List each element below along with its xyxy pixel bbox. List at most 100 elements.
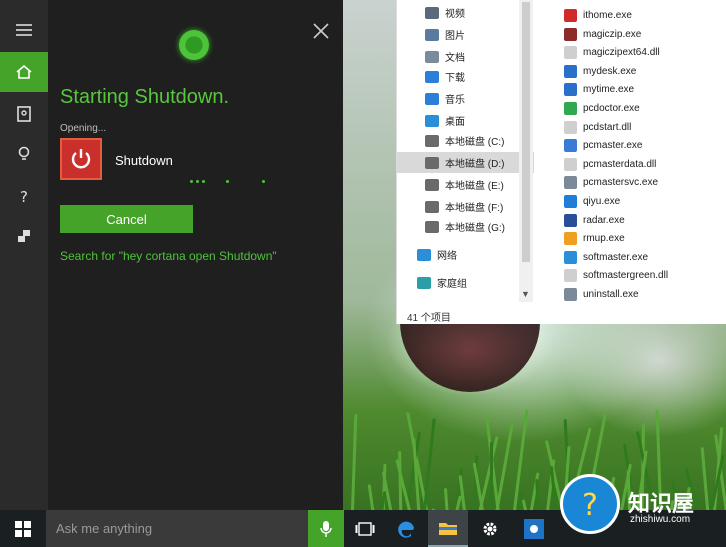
nav-scrollbar[interactable]: ▲ ▼ (519, 0, 533, 302)
item-count-status: 41 个项目 (407, 313, 451, 324)
file-icon (564, 176, 577, 190)
file-explorer-window: 视频图片文档下载音乐桌面本地磁盘 (C:) 本地磁盘 (D:) 本地磁盘 (E:) 本… (396, 0, 726, 324)
file-item[interactable]: radar.exe (564, 211, 724, 230)
edge-icon (398, 521, 414, 538)
nav-item[interactable]: 本地磁盘 (G:) (397, 216, 534, 237)
loading-dot (262, 180, 265, 183)
nav-item[interactable]: 文档 (397, 46, 534, 67)
opening-label: Opening... (60, 123, 107, 134)
nav-item-label: 下载 (445, 73, 465, 84)
file-item[interactable]: uninstall.exe (564, 285, 724, 304)
file-item[interactable]: pcdoctor.exe (564, 99, 724, 118)
file-icon (564, 120, 577, 134)
file-icon (564, 102, 577, 115)
file-name: magiczipext64.dll (583, 47, 660, 59)
hamburger-icon (16, 24, 32, 36)
nav-item-label: 音乐 (445, 95, 465, 106)
file-item[interactable]: rmup.exe (564, 229, 724, 248)
start-button[interactable] (0, 510, 46, 547)
file-item[interactable]: pcmastersvc.exe (564, 173, 724, 192)
file-icon (564, 213, 577, 227)
close-icon[interactable] (310, 20, 332, 42)
file-name: mytime.exe (583, 84, 635, 96)
loading-dot (202, 180, 205, 183)
feedback-icon (18, 230, 30, 242)
file-name: qiyu.exe (583, 196, 621, 207)
file-item[interactable]: qiyu.exe (564, 192, 724, 211)
task-view-button[interactable] (347, 510, 383, 547)
question-icon: ? (20, 188, 28, 205)
nav-item-label: 本地磁盘 (G:) (445, 223, 505, 234)
rail-home-button[interactable] (0, 52, 48, 92)
file-name: ithome.exe (583, 10, 632, 21)
file-name: pcmaster.exe (583, 140, 643, 152)
nav-item[interactable]: 本地磁盘 (E:) (397, 174, 534, 195)
task-view-icon (355, 521, 375, 536)
desktop-icon (425, 114, 439, 127)
nav-item[interactable]: 下载 (397, 66, 534, 87)
file-name: magiczip.exe (583, 28, 642, 40)
nav-item-label: 桌面 (445, 117, 465, 128)
file-icon (564, 139, 577, 153)
file-item[interactable]: pcdstart.dll (564, 118, 724, 137)
nav-item[interactable]: 网络 (397, 244, 534, 265)
nav-item[interactable]: 图片 (397, 24, 534, 45)
file-item[interactable]: magiczip.exe (564, 25, 724, 44)
file-icon (564, 250, 577, 264)
file-item[interactable]: pcmaster.exe (564, 136, 724, 155)
weather-taskbar-button[interactable] (514, 510, 554, 547)
nav-item[interactable]: 视频 (397, 2, 534, 23)
notebook-icon (17, 106, 31, 122)
nav-item[interactable]: 本地磁盘 (C:) (397, 130, 534, 151)
loading-dot (226, 180, 229, 183)
web-search-link[interactable]: Search for "hey cortana open Shutdown" (60, 249, 277, 263)
file-item[interactable]: softmaster.exe (564, 248, 724, 267)
nav-item[interactable]: 家庭组 (397, 272, 534, 293)
nav-item[interactable]: 本地磁盘 (D:) (397, 152, 534, 173)
file-icon (564, 27, 577, 41)
file-name: pcdstart.dll (583, 121, 632, 133)
homegroup-icon (417, 276, 431, 289)
pictures-icon (425, 28, 439, 41)
file-icon (564, 83, 577, 97)
file-explorer-taskbar-button[interactable] (428, 510, 468, 547)
scrollbar-thumb[interactable] (522, 2, 530, 262)
file-item[interactable]: mydesk.exe (564, 62, 724, 81)
rail-feedback-button[interactable] (0, 216, 48, 256)
loading-dots (190, 177, 270, 185)
nav-item-label: 本地磁盘 (E:) (445, 181, 504, 192)
nav-item[interactable]: 音乐 (397, 88, 534, 109)
nav-item-label: 视频 (445, 9, 465, 20)
nav-item[interactable]: 本地磁盘 (F:) (397, 196, 534, 217)
file-item[interactable]: ithome.exe (564, 6, 724, 25)
cortana-rail: ? (0, 0, 48, 510)
settings-taskbar-button[interactable] (470, 510, 510, 547)
watermark-site: zhishiwu.com (630, 514, 691, 525)
drive-icon (425, 200, 439, 213)
navigation-pane: 视频图片文档下载音乐桌面本地磁盘 (C:) 本地磁盘 (D:) 本地磁盘 (E:) 本… (397, 0, 534, 302)
file-name: pcdoctor.exe (583, 103, 640, 114)
rail-notebook-button[interactable] (0, 94, 48, 134)
rail-ideas-button[interactable] (0, 134, 48, 174)
nav-item-label: 文档 (445, 53, 465, 64)
microphone-icon (320, 520, 332, 537)
music-icon (425, 92, 439, 105)
rail-help-button[interactable]: ? (0, 176, 48, 216)
microphone-button[interactable] (308, 510, 344, 547)
file-item[interactable]: softmastergreen.dll (564, 266, 724, 285)
watermark-question-icon: ? (560, 474, 620, 534)
drive-icon (425, 220, 439, 233)
file-name: mydesk.exe (583, 65, 637, 77)
hamburger-menu-button[interactable] (0, 10, 48, 50)
file-item[interactable]: pcmasterdata.dll (564, 155, 724, 174)
ask-search-box[interactable]: Ask me anything (46, 510, 308, 547)
file-name: pcmasterdata.dll (583, 158, 657, 170)
file-item[interactable]: magiczipext64.dll (564, 43, 724, 62)
file-item[interactable]: mytime.exe (564, 80, 724, 99)
scroll-down-icon[interactable]: ▼ (521, 289, 530, 299)
nav-item[interactable]: 桌面 (397, 110, 534, 131)
file-name: uninstall.exe (583, 289, 639, 300)
cancel-button[interactable]: Cancel (60, 205, 193, 233)
edge-taskbar-button[interactable] (386, 510, 426, 547)
svg-text:?: ? (20, 188, 28, 205)
